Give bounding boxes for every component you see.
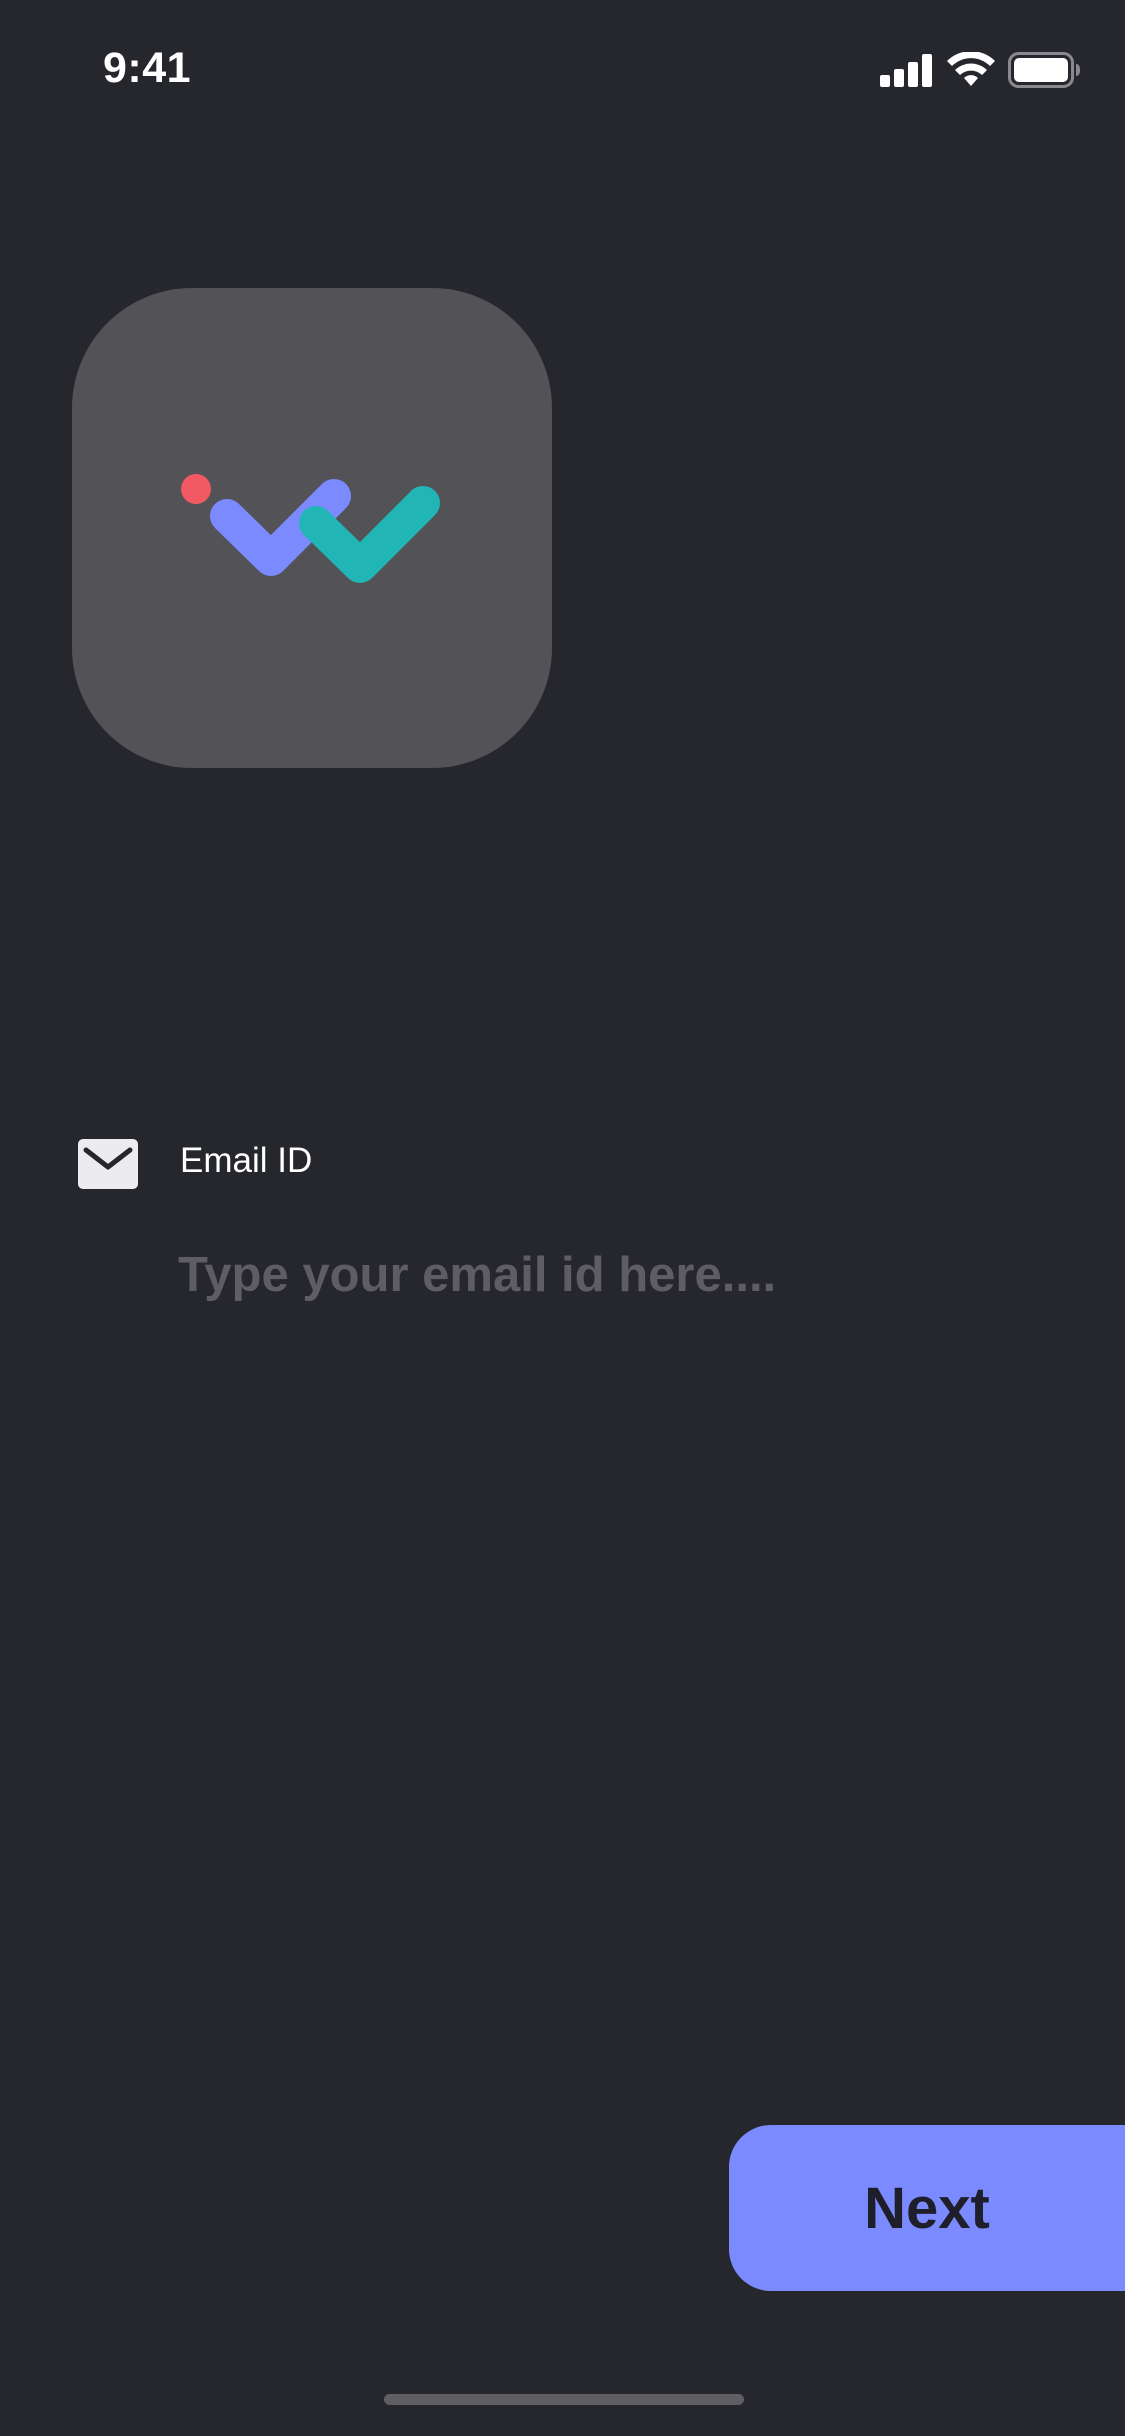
mail-icon <box>78 1139 138 1189</box>
cellular-signal-icon <box>880 54 932 87</box>
next-button-label: Next <box>864 2175 990 2241</box>
wifi-icon <box>947 52 995 86</box>
status-time: 9:41 <box>103 44 192 92</box>
battery-icon <box>1008 52 1080 88</box>
app-logo <box>72 288 552 768</box>
email-label: Email ID <box>180 1141 313 1180</box>
home-indicator[interactable] <box>384 2394 744 2405</box>
app-logo-icon <box>181 474 440 583</box>
next-button[interactable]: Next <box>729 2125 1125 2291</box>
status-icons <box>880 50 1082 90</box>
email-input[interactable] <box>178 1235 1058 1315</box>
